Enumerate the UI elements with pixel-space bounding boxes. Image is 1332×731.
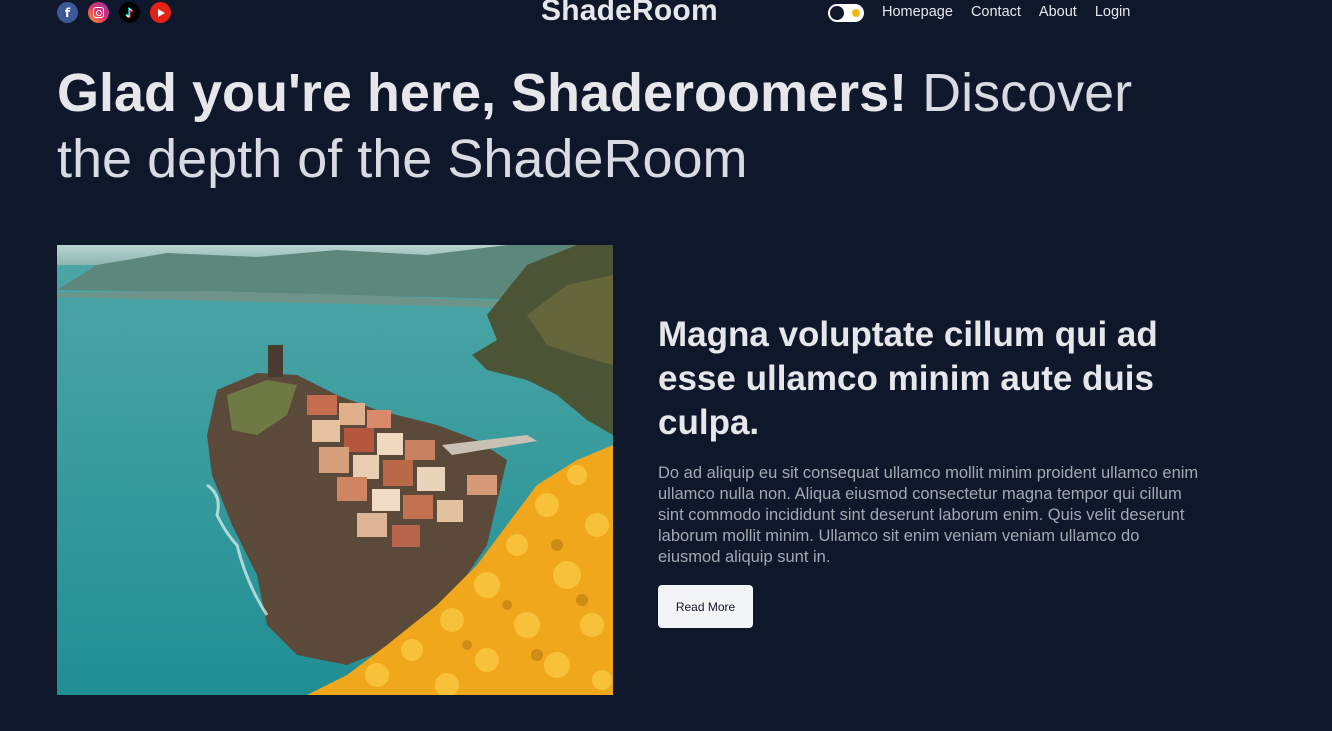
hero-heading-bold: Glad you're here, Shaderoomers!: [57, 63, 908, 123]
nav-login[interactable]: Login: [1095, 4, 1130, 20]
read-more-button[interactable]: Read More: [658, 585, 753, 628]
featured-post-image[interactable]: [57, 245, 613, 695]
site-logo[interactable]: ShadeRoom: [541, 0, 718, 28]
post-title[interactable]: Magna voluptate cillum qui ad esse ullam…: [658, 313, 1218, 445]
nav-contact[interactable]: Contact: [971, 4, 1021, 20]
tiktok-glyph: ♪: [125, 5, 134, 20]
hero-heading: Glad you're here, Shaderoomers! Discover…: [57, 60, 1217, 192]
instagram-glyph: [93, 7, 104, 18]
nav-homepage[interactable]: Homepage: [882, 4, 953, 20]
social-links: f ♪: [57, 2, 171, 23]
theme-toggle[interactable]: [828, 4, 864, 22]
page: f ♪ ShadeRoom Homepage Contact About Log…: [0, 0, 1332, 731]
youtube-icon[interactable]: [150, 2, 171, 23]
youtube-glyph: [158, 8, 165, 17]
toggle-knob: [830, 6, 844, 20]
facebook-icon[interactable]: f: [57, 2, 78, 23]
sun-icon: [852, 9, 860, 17]
tiktok-icon[interactable]: ♪: [119, 2, 140, 23]
nav-about[interactable]: About: [1039, 4, 1077, 20]
instagram-icon[interactable]: [88, 2, 109, 23]
main-nav: Homepage Contact About Login: [882, 4, 1130, 20]
post-excerpt: Do ad aliquip eu sit consequat ullamco m…: [658, 464, 1199, 566]
coastal-village-illustration: [57, 245, 613, 695]
facebook-glyph: f: [64, 5, 71, 20]
